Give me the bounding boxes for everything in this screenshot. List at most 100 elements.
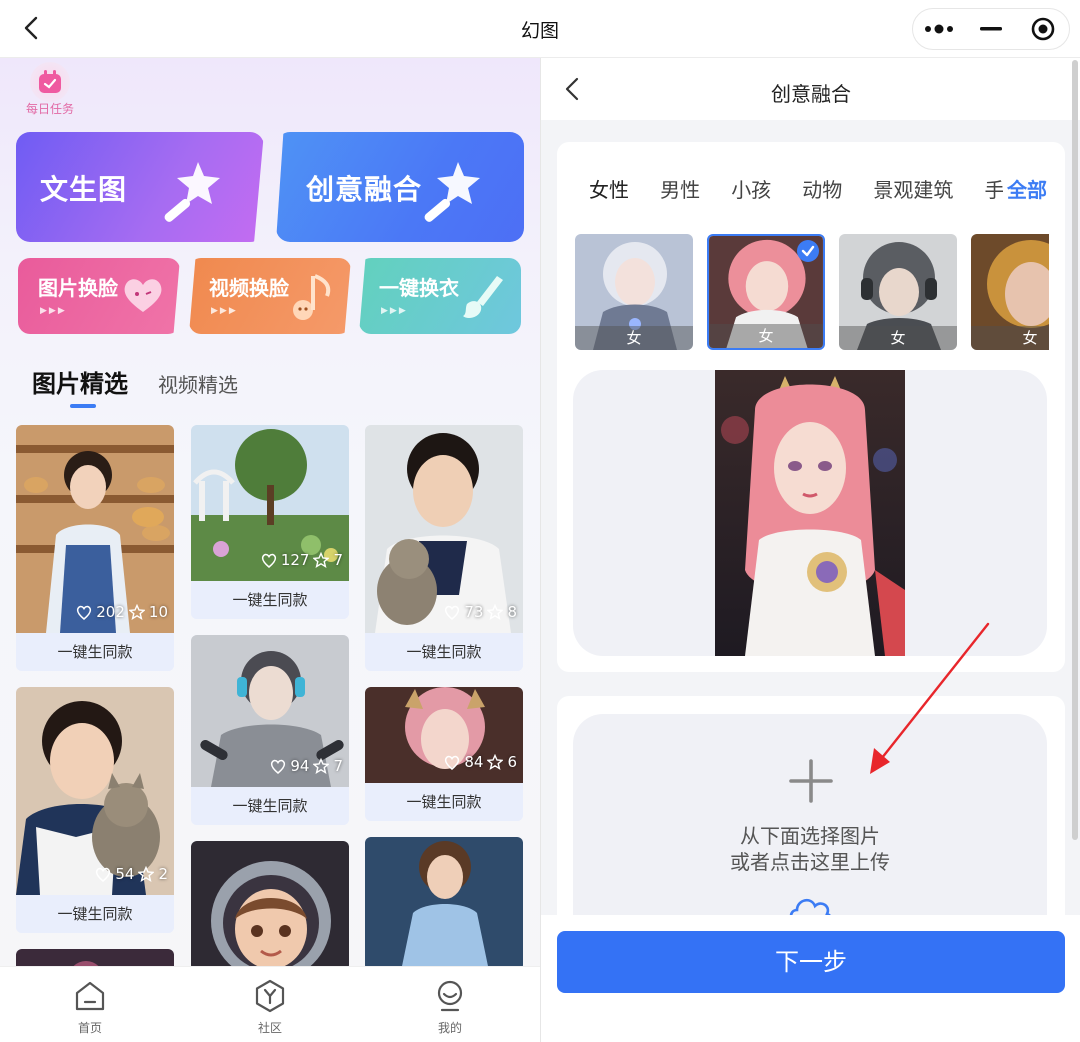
pane-title: 创意融合 [771, 82, 851, 106]
gallery-item[interactable] [365, 837, 523, 971]
gallery-item[interactable]: 73 8 一键生同款 [365, 425, 523, 671]
thumb-caption: 女 [575, 326, 693, 350]
heart-outline-icon [96, 867, 111, 882]
pane-header: 创意融合 [541, 58, 1080, 120]
image-faceswap-card[interactable]: 图片换脸 ▶▶▶ [18, 258, 180, 334]
heart-outline-icon [261, 553, 276, 568]
gallery-item[interactable]: 94 7 一键生同款 [191, 635, 349, 825]
gallery-item[interactable]: 54 2 一键生同款 [16, 687, 174, 933]
star-count: 10 [148, 603, 168, 621]
item-stats: 202 10 [76, 603, 168, 621]
template-select-card: 女性 男性 小孩 动物 景观建筑 手 全部 女 女 女 女 [557, 142, 1065, 672]
selected-template-image [715, 370, 905, 656]
star-outline-icon [138, 866, 155, 882]
nav-community[interactable]: 社区 [180, 967, 360, 1042]
tab-image-picks[interactable]: 图片精选 [32, 364, 128, 408]
tab-kids[interactable]: 小孩 [731, 174, 771, 203]
close-miniprogram-button[interactable] [1017, 9, 1069, 49]
tab-male[interactable]: 男性 [660, 174, 700, 203]
heart-outline-icon [271, 759, 286, 774]
tab-animals[interactable]: 动物 [802, 174, 842, 203]
daily-task-button[interactable]: 每日任务 [20, 62, 80, 117]
thumb-caption: 女 [709, 324, 823, 348]
upload-hint-line1: 从下面选择图片 [740, 824, 880, 848]
tab-female[interactable]: 女性 [589, 174, 629, 203]
heart-outline-icon [445, 605, 460, 620]
scrollbar[interactable] [1072, 60, 1078, 840]
like-count: 54 [115, 865, 135, 883]
feed-tabs: 图片精选 视频精选 [32, 364, 268, 408]
minimize-icon [980, 27, 1002, 31]
show-all-link[interactable]: 全部 [1003, 174, 1047, 203]
minimize-button[interactable] [965, 9, 1017, 49]
like-count: 73 [464, 603, 484, 621]
template-thumb[interactable]: 女 [839, 234, 957, 350]
item-stats: 73 8 [444, 603, 517, 621]
like-count: 84 [464, 753, 484, 771]
young-man-with-cat-photo [365, 425, 523, 633]
tab-landscape-architecture[interactable]: 景观建筑 [873, 174, 953, 203]
home-icon [75, 981, 105, 1011]
star-outline-icon [313, 552, 330, 568]
text-to-image-label: 文生图 [40, 173, 128, 206]
like-count: 127 [280, 551, 310, 569]
window-titlebar: 幻图 [0, 0, 1080, 58]
brush-icon [463, 276, 503, 318]
category-tabs: 女性 男性 小孩 动物 景观建筑 手 [589, 174, 1047, 204]
gallery-item[interactable] [191, 841, 349, 971]
star-count: 2 [158, 865, 168, 883]
item-stats: 127 7 [261, 551, 343, 569]
gallery-item[interactable]: 127 7 一键生同款 [191, 425, 349, 619]
card-dots: ▶▶▶ [381, 306, 408, 316]
template-thumb-selected[interactable]: 女 [707, 234, 825, 350]
text-to-image-card[interactable]: 文生图 [16, 132, 264, 242]
creative-fusion-label: 创意融合 [306, 173, 423, 206]
gallery-item[interactable]: 84 6 一键生同款 [365, 687, 523, 821]
star-count: 7 [333, 757, 343, 775]
template-thumb[interactable]: 女 [575, 234, 693, 350]
like-count: 94 [290, 757, 310, 775]
more-dots-icon [925, 24, 953, 34]
make-same-button[interactable]: 一键生同款 [16, 895, 174, 933]
tab-video-picks[interactable]: 视频精选 [158, 369, 238, 398]
nav-home[interactable]: 首页 [0, 967, 180, 1042]
template-thumb[interactable]: 女 [971, 234, 1049, 350]
bottom-navigation: 首页 社区 我的 [0, 966, 540, 1042]
make-same-button[interactable]: 一键生同款 [191, 581, 349, 619]
nav-home-label: 首页 [77, 1021, 102, 1035]
tab-hand[interactable]: 手 [984, 174, 1004, 203]
music-note-icon [293, 274, 331, 320]
nav-profile-label: 我的 [437, 1021, 462, 1035]
image-faceswap-label: 图片换脸 [38, 276, 118, 300]
target-icon [1031, 17, 1055, 41]
make-same-button[interactable]: 一键生同款 [16, 633, 174, 671]
thumb-caption: 女 [839, 326, 957, 350]
thumb-caption: 女 [971, 326, 1049, 350]
heart-icon [124, 279, 162, 312]
video-faceswap-card[interactable]: 视频换脸 ▶▶▶ [189, 258, 351, 334]
profile-icon [437, 980, 463, 1012]
make-same-button[interactable]: 一键生同款 [191, 787, 349, 825]
creative-fusion-card[interactable]: 创意融合 [276, 132, 524, 242]
item-stats: 84 6 [444, 753, 517, 771]
template-thumbnails: 女 女 女 女 [575, 234, 1049, 352]
star-outline-icon [487, 754, 504, 770]
gallery-item[interactable]: 202 10 一键生同款 [16, 425, 174, 671]
next-step-button[interactable]: 下一步 [557, 931, 1065, 993]
daily-task-label: 每日任务 [25, 102, 74, 116]
nav-profile[interactable]: 我的 [360, 967, 540, 1042]
star-count: 8 [507, 603, 517, 621]
community-hexagon-icon [255, 979, 285, 1013]
star-count: 7 [333, 551, 343, 569]
star-outline-icon [128, 604, 145, 620]
make-same-button[interactable]: 一键生同款 [365, 783, 523, 821]
star-outline-icon [487, 604, 504, 620]
more-button[interactable] [913, 9, 965, 49]
boy-with-cat-photo [16, 687, 174, 895]
upload-hint-line2: 或者点击这里上传 [730, 850, 890, 874]
template-preview [573, 370, 1047, 656]
make-same-button[interactable]: 一键生同款 [365, 633, 523, 671]
one-click-outfit-card[interactable]: 一键换衣 ▶▶▶ [359, 258, 521, 334]
one-click-outfit-label: 一键换衣 [379, 276, 459, 300]
plus-icon [789, 759, 833, 803]
